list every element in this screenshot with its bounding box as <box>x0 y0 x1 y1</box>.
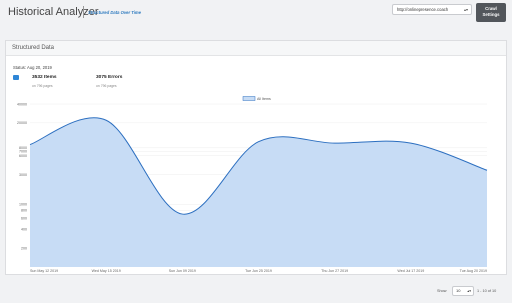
x-tick-label: Tue Aug 20 2019 <box>460 269 487 273</box>
chart-legend: All Items <box>242 96 271 101</box>
x-tick-label: Sun Jun 09 2019 <box>169 269 196 273</box>
show-label: Show <box>437 289 447 293</box>
series-area <box>30 117 487 267</box>
x-tick-label: Sun May 12 2019 <box>30 269 58 273</box>
x-tick-label: Wed May 15 2019 <box>92 269 121 273</box>
y-tick-label: 200 <box>21 246 27 250</box>
x-tick-label: Thu Jun 27 2019 <box>321 269 348 273</box>
y-tick-label: 3000 <box>19 173 27 177</box>
page-size-select[interactable]: 10 ▴▾ <box>452 286 474 296</box>
y-tick-label: 6000 <box>19 154 27 158</box>
y-tick-label: 20000 <box>17 121 27 125</box>
x-tick-label: Tue Jun 25 2019 <box>245 269 272 273</box>
y-tick-label: 600 <box>21 217 27 221</box>
pagination-range: 1 - 10 of 10 <box>477 289 497 293</box>
y-axis-ticks: 4000020000800070006000300010008006004002… <box>17 102 27 250</box>
y-tick-label: 1000 <box>19 203 27 207</box>
y-tick-label: 400 <box>21 228 27 232</box>
chevron-down-icon: ▴▾ <box>467 289 471 293</box>
legend-swatch[interactable] <box>242 96 256 101</box>
x-axis-ticks: Sun May 12 2019 Wed May 15 2019 Sun Jun 09… <box>30 269 487 273</box>
y-tick-label: 40000 <box>17 102 27 106</box>
page-size-value: 10 <box>456 288 461 293</box>
y-tick-label: 800 <box>21 209 27 213</box>
legend-label: All Items <box>257 97 271 101</box>
x-tick-label: Wed Jul 17 2019 <box>397 269 424 273</box>
structured-data-chart: 4000020000800070006000300010008006004002… <box>17 96 488 273</box>
